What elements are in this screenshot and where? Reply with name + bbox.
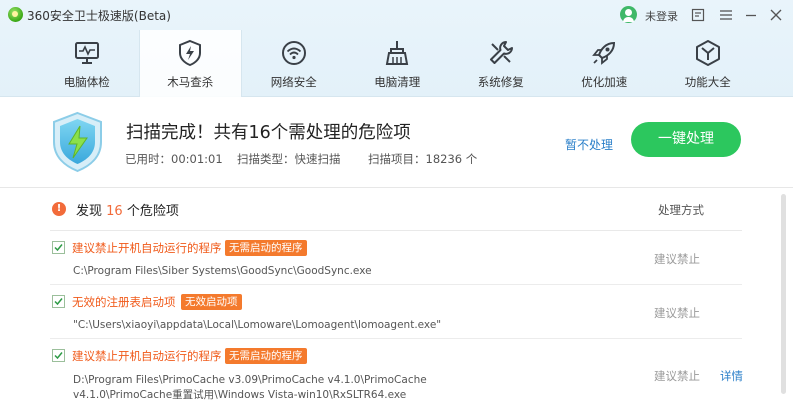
nav-label: 木马查杀 [167,75,214,89]
elapsed-time: 已用时：00:01:01 [125,151,223,167]
scan-type-value: 快速扫描 [294,152,341,166]
item-checkbox[interactable] [52,349,65,362]
scan-items: 扫描项目：18236 个 [368,151,477,167]
item-action[interactable]: 建议禁止 [654,251,700,267]
threat-list: ! 发现 16 个危险项 处理方式 建议禁止开机自动运行的程序 无需启动的程序 … [0,188,793,400]
scan-items-label: 扫描项目： [368,152,426,166]
item-checkbox[interactable] [52,295,65,308]
scan-type-label: 扫描类型： [237,152,295,166]
nav-label: 系统修复 [477,75,524,89]
item-tag: 无需启动的程序 [225,240,307,256]
item-action[interactable]: 建议禁止 [654,368,700,384]
scan-summary: 扫描完成！共有16个需处理的危险项 已用时：00:01:01 扫描类型：快速扫描… [0,97,793,188]
heading-suffix: 个危险项 [126,204,179,219]
cube-icon [693,38,723,68]
nav-item-repair[interactable]: 系统修复 [449,30,553,97]
nav-label: 优化加速 [581,75,628,89]
feedback-icon[interactable] [688,5,708,25]
broom-icon [382,38,412,68]
item-path-continued: v4.1.0\PrimoCache重置试用\Windows Vista-win1… [73,389,407,400]
item-action[interactable]: 建议禁止 [654,305,700,321]
elapsed-time-value: 00:01:01 [171,152,223,166]
shield-icon [50,111,105,173]
nav-label: 网络安全 [270,75,317,89]
menu-icon[interactable] [716,5,736,25]
item-path: C:\Program Files\Siber Systems\GoodSync\… [73,265,372,277]
scrollbar[interactable] [781,194,786,394]
threat-count-heading: 发现 16 个危险项 [76,200,179,219]
elapsed-time-label: 已用时： [125,152,171,166]
list-header: ! 发现 16 个危险项 处理方式 [0,188,793,230]
nav-label: 电脑清理 [374,75,421,89]
item-path: "C:\Users\xiaoyi\appdata\Local\Lomoware\… [73,319,442,331]
shield-bolt-icon [175,38,205,68]
item-checkbox[interactable] [52,241,65,254]
details-link[interactable]: 详情 [720,368,743,384]
nav-label: 电脑体检 [63,75,110,89]
item-title: 建议禁止开机自动运行的程序 [72,349,222,363]
item-tag: 无效启动项 [181,294,242,310]
list-item: 无效的注册表启动项 无效启动项 "C:\Users\xiaoyi\appdata… [0,285,793,339]
scan-items-value: 18236 个 [425,152,478,166]
nav-item-optimize[interactable]: 优化加速 [553,30,657,97]
monitor-pulse-icon [72,38,102,68]
rocket-icon [589,38,619,68]
item-tag: 无需启动的程序 [225,348,307,364]
item-path: D:\Program Files\PrimoCache v3.09\PrimoC… [73,374,427,386]
threat-count: 16 [106,204,123,219]
window-title: 360安全卫士极速版(Beta) [27,9,171,23]
nav-item-cleanup[interactable]: 电脑清理 [346,30,450,97]
action-column-header: 处理方式 [658,203,704,217]
minimize-icon[interactable] [741,5,761,25]
wifi-icon [279,38,309,68]
user-avatar-icon[interactable] [620,6,637,23]
nav-label: 功能大全 [684,75,731,89]
login-status[interactable]: 未登录 [645,8,678,24]
heading-prefix: 发现 [76,204,103,219]
nav-item-checkup[interactable]: 电脑体检 [35,30,139,97]
nav-item-all-features[interactable]: 功能大全 [656,30,760,97]
list-item: 建议禁止开机自动运行的程序 无需启动的程序 D:\Program Files\P… [0,339,793,400]
nav-item-network[interactable]: 网络安全 [242,30,346,97]
scan-type: 扫描类型：快速扫描 [237,151,341,167]
title-bar: 360安全卫士极速版(Beta) 未登录 [0,0,793,30]
header: 360安全卫士极速版(Beta) 未登录 电脑体检 木马查杀 网络安全 电脑清理… [0,0,793,97]
nav-item-trojan-scan[interactable]: 木马查杀 [138,30,242,97]
item-title: 建议禁止开机自动运行的程序 [72,241,222,255]
ignore-link[interactable]: 暂不处理 [565,136,613,153]
warning-icon: ! [52,202,66,216]
main-nav: 电脑体检 木马查杀 网络安全 电脑清理 系统修复 优化加速 功能大全 [35,30,760,97]
item-title: 无效的注册表启动项 [72,295,176,309]
scan-result-title: 扫描完成！共有16个需处理的危险项 [126,123,411,143]
one-click-fix-button[interactable]: 一键处理 [631,122,741,157]
wrench-icon [486,38,516,68]
close-icon[interactable] [766,5,786,25]
list-item: 建议禁止开机自动运行的程序 无需启动的程序 C:\Program Files\S… [0,231,793,285]
app-logo-icon [8,7,23,22]
